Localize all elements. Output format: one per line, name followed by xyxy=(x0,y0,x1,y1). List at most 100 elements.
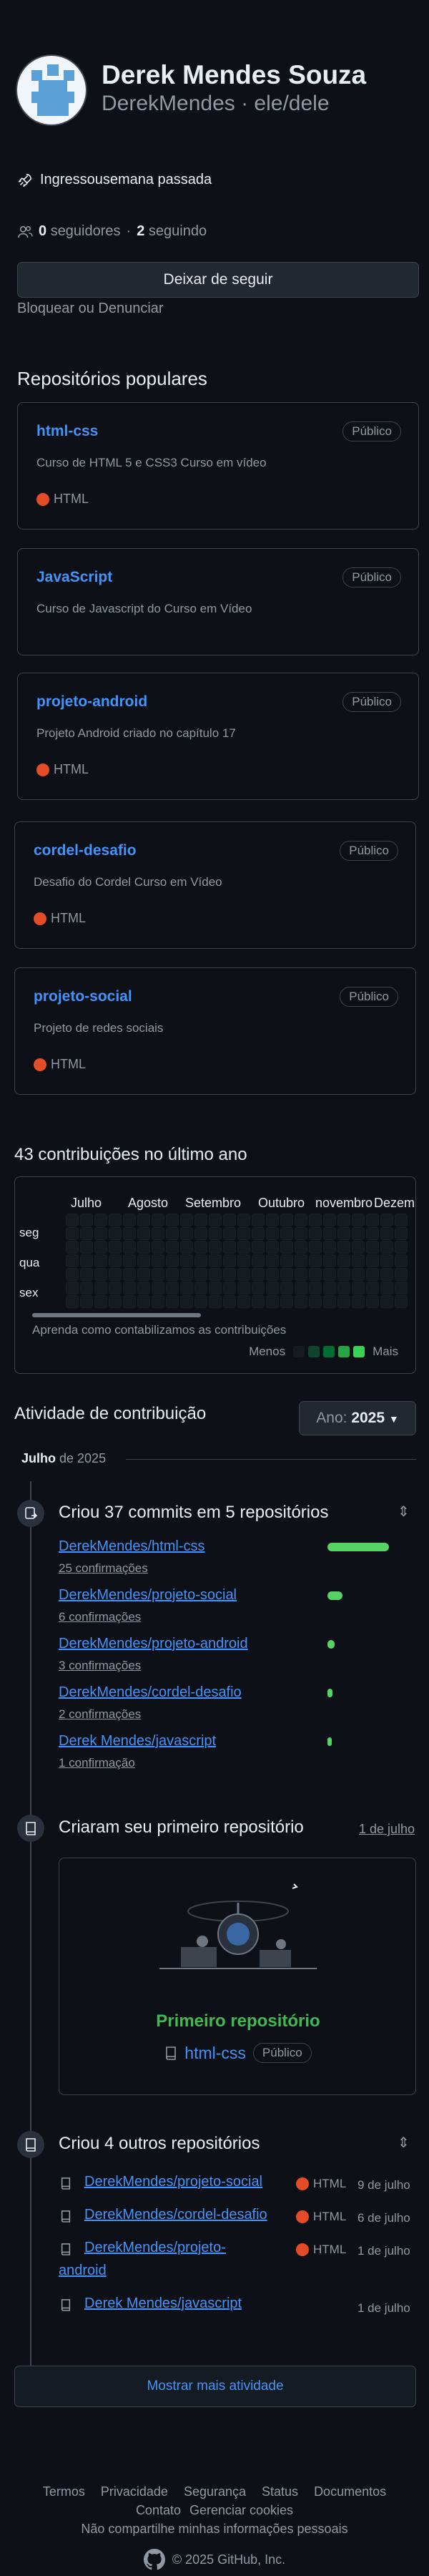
footer-link[interactable]: Termos xyxy=(43,2484,85,2499)
contribution-cell[interactable] xyxy=(395,1254,408,1267)
contribution-cell[interactable] xyxy=(194,1268,207,1281)
contribution-cell[interactable] xyxy=(309,1254,322,1267)
contribution-cell[interactable] xyxy=(237,1241,250,1254)
avatar[interactable] xyxy=(16,54,87,126)
contribution-cell[interactable] xyxy=(137,1227,150,1240)
contribution-cell[interactable] xyxy=(94,1227,107,1240)
contribution-cell[interactable] xyxy=(252,1268,265,1281)
contribution-cell[interactable] xyxy=(395,1295,408,1308)
show-more-activity-button[interactable]: Mostrar mais atividade xyxy=(14,2366,416,2407)
contribution-cell[interactable] xyxy=(137,1241,150,1254)
contribution-cell[interactable] xyxy=(152,1227,164,1240)
contribution-cell[interactable] xyxy=(237,1227,250,1240)
contribution-cell[interactable] xyxy=(166,1227,179,1240)
contribution-cell[interactable] xyxy=(266,1295,279,1308)
contribution-cell[interactable] xyxy=(80,1268,93,1281)
contribution-cell[interactable] xyxy=(166,1282,179,1294)
contribution-cell[interactable] xyxy=(180,1214,193,1226)
contribution-cell[interactable] xyxy=(266,1227,279,1240)
contribution-cell[interactable] xyxy=(323,1241,336,1254)
contribution-cell[interactable] xyxy=(180,1241,193,1254)
contribution-cell[interactable] xyxy=(137,1268,150,1281)
repo-name-link[interactable]: cordel-desafio xyxy=(34,842,137,859)
contribution-cell[interactable] xyxy=(352,1214,365,1226)
contribution-cell[interactable] xyxy=(280,1214,293,1226)
contribution-cell[interactable] xyxy=(80,1295,93,1308)
repo-name-link[interactable]: projeto-social xyxy=(34,988,132,1005)
contribution-cell[interactable] xyxy=(223,1268,236,1281)
contribution-cell[interactable] xyxy=(152,1241,164,1254)
contribution-cell[interactable] xyxy=(109,1282,122,1294)
contribution-cell[interactable] xyxy=(337,1268,350,1281)
contribution-cell[interactable] xyxy=(352,1254,365,1267)
contribution-cell[interactable] xyxy=(109,1241,122,1254)
repo-name-link[interactable]: html-css xyxy=(36,423,98,440)
contribution-cell[interactable] xyxy=(380,1282,393,1294)
contribution-cell[interactable] xyxy=(209,1241,222,1254)
contribution-cell[interactable] xyxy=(252,1214,265,1226)
contribution-cell[interactable] xyxy=(209,1227,222,1240)
contribution-cell[interactable] xyxy=(380,1214,393,1226)
commit-count-link[interactable]: 1 confirmação xyxy=(59,1756,135,1770)
contribution-cell[interactable] xyxy=(194,1282,207,1294)
contribution-cell[interactable] xyxy=(366,1282,379,1294)
contribution-cell[interactable] xyxy=(166,1241,179,1254)
contribution-cell[interactable] xyxy=(80,1214,93,1226)
contribution-cell[interactable] xyxy=(366,1227,379,1240)
contribution-cell[interactable] xyxy=(395,1241,408,1254)
contribution-cell[interactable] xyxy=(194,1227,207,1240)
footer-link[interactable]: Documentos xyxy=(314,2484,386,2499)
contribution-cell[interactable] xyxy=(323,1268,336,1281)
followers-link[interactable]: 0 seguidores xyxy=(39,223,121,240)
contribution-cell[interactable] xyxy=(280,1254,293,1267)
following-link[interactable]: 2 seguindo xyxy=(137,223,207,240)
contribution-cell[interactable] xyxy=(380,1241,393,1254)
footer-link[interactable]: Status xyxy=(262,2484,298,2499)
contribution-cell[interactable] xyxy=(295,1214,307,1226)
contribution-cell[interactable] xyxy=(180,1227,193,1240)
contribution-cell[interactable] xyxy=(266,1241,279,1254)
other-repo-link[interactable]: DerekMendes/projeto- xyxy=(84,2240,226,2256)
unfollow-button[interactable]: Deixar de seguir xyxy=(17,262,419,298)
contribution-cell[interactable] xyxy=(380,1295,393,1308)
contribution-cell[interactable] xyxy=(337,1241,350,1254)
contribution-cell[interactable] xyxy=(252,1241,265,1254)
contribution-cell[interactable] xyxy=(194,1254,207,1267)
contribution-cell[interactable] xyxy=(395,1282,408,1294)
contribution-cell[interactable] xyxy=(209,1268,222,1281)
contribution-cell[interactable] xyxy=(380,1254,393,1267)
contribution-cell[interactable] xyxy=(380,1227,393,1240)
contribution-cell[interactable] xyxy=(352,1295,365,1308)
footer-link[interactable]: Privacidade xyxy=(101,2484,168,2499)
year-select[interactable]: Ano: 2025 ▼ xyxy=(299,1401,416,1435)
contribution-cell[interactable] xyxy=(194,1295,207,1308)
contribution-cell[interactable] xyxy=(237,1214,250,1226)
contribution-cell[interactable] xyxy=(295,1227,307,1240)
contribution-cell[interactable] xyxy=(266,1254,279,1267)
contribution-cell[interactable] xyxy=(223,1241,236,1254)
contribution-cell[interactable] xyxy=(152,1268,164,1281)
contribution-cell[interactable] xyxy=(280,1295,293,1308)
footer-privacy-link[interactable]: Não compartilhe minhas informações pesso… xyxy=(0,2522,429,2537)
contribution-cell[interactable] xyxy=(337,1282,350,1294)
expand-icon[interactable]: ⇕ xyxy=(398,2134,410,2152)
contribution-cell[interactable] xyxy=(209,1295,222,1308)
contribution-cell[interactable] xyxy=(266,1214,279,1226)
contribution-cell[interactable] xyxy=(323,1254,336,1267)
contribution-cell[interactable] xyxy=(123,1214,136,1226)
contribution-cell[interactable] xyxy=(66,1241,79,1254)
contribution-cell[interactable] xyxy=(94,1241,107,1254)
contribution-cell[interactable] xyxy=(252,1282,265,1294)
contribution-cell[interactable] xyxy=(395,1227,408,1240)
contribution-cell[interactable] xyxy=(180,1268,193,1281)
contribution-cell[interactable] xyxy=(66,1254,79,1267)
contribution-cell[interactable] xyxy=(295,1254,307,1267)
contribution-cell[interactable] xyxy=(237,1254,250,1267)
commit-repo-link[interactable]: DerekMendes/cordel-desafio xyxy=(59,1684,242,1701)
contribution-cell[interactable] xyxy=(123,1254,136,1267)
contribution-cell[interactable] xyxy=(223,1227,236,1240)
contribution-cell[interactable] xyxy=(280,1227,293,1240)
repo-name-link[interactable]: JavaScript xyxy=(36,569,112,586)
contribution-cell[interactable] xyxy=(252,1254,265,1267)
contribution-cell[interactable] xyxy=(152,1282,164,1294)
